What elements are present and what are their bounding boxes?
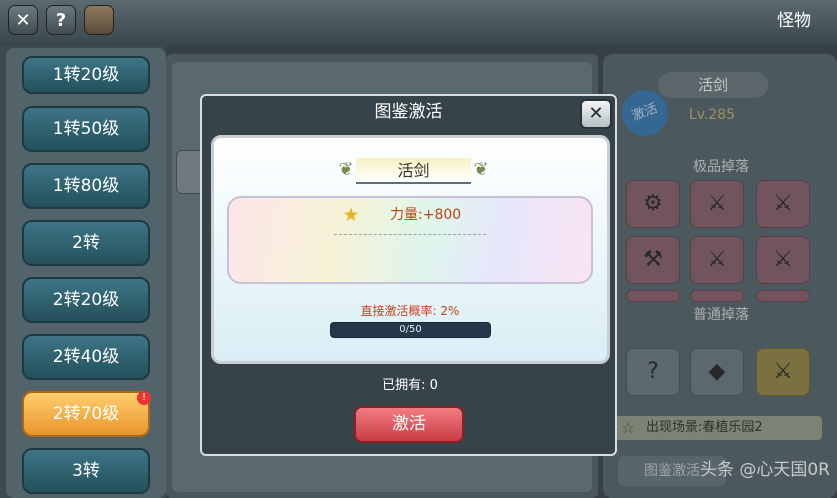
shop-icon[interactable] xyxy=(84,5,114,35)
help-icon[interactable]: ? xyxy=(46,5,76,35)
sidebar-item[interactable]: 1转80级 xyxy=(22,163,150,209)
laurel-right-icon: ❦ xyxy=(473,159,489,180)
close-icon[interactable]: ✕ xyxy=(8,5,38,35)
modal-title: 图鉴激活 xyxy=(374,102,443,122)
top-bar xyxy=(0,0,837,46)
sidebar-item-selected[interactable]: 2转70级 xyxy=(22,391,150,437)
sidebar-item[interactable]: 1转50级 xyxy=(22,106,150,152)
progress-text: 0/50 xyxy=(399,324,422,335)
star-icon: ★ xyxy=(342,204,360,226)
stat-bonus: 力量:+800 xyxy=(390,207,462,223)
sidebar-item[interactable]: 3转 xyxy=(22,448,150,494)
sidebar-item[interactable]: 2转40级 xyxy=(22,334,150,380)
sidebar-item[interactable]: 2转 xyxy=(22,220,150,266)
sidebar-item[interactable]: 2转20级 xyxy=(22,277,150,323)
activate-button[interactable]: 激活 xyxy=(354,406,464,443)
owned-count: 已拥有: 0 xyxy=(382,378,438,393)
page-title: 怪物 xyxy=(777,11,811,31)
notification-badge: ! xyxy=(137,391,151,405)
divider xyxy=(334,234,486,235)
close-icon[interactable]: ✕ xyxy=(580,99,612,129)
laurel-left-icon: ❦ xyxy=(338,159,354,180)
sidebar-item[interactable]: 1转20级 xyxy=(22,56,150,94)
item-name: 活剑 xyxy=(356,158,471,184)
activation-rate: 直接激活概率: 2% xyxy=(360,304,460,318)
